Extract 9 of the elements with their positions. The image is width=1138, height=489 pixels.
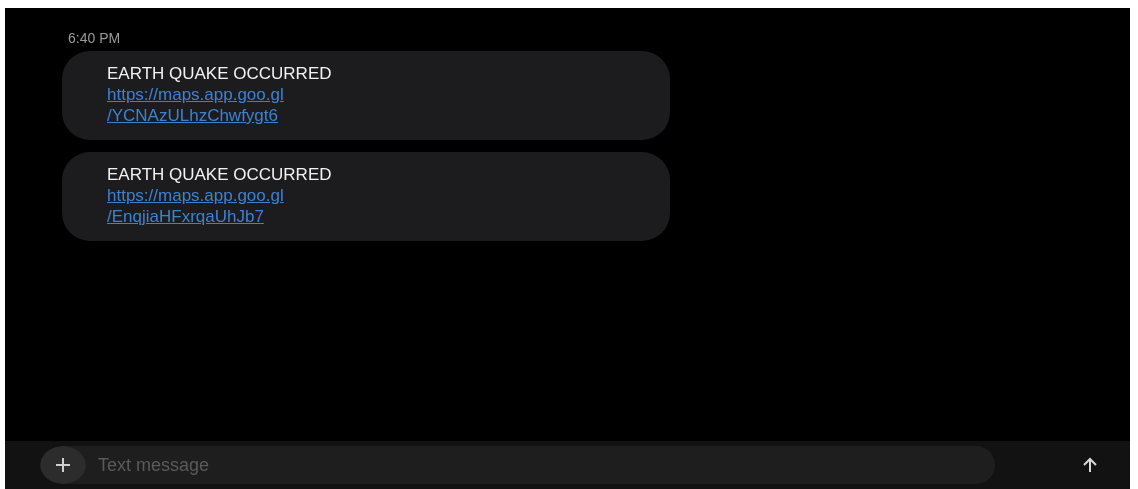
add-button[interactable] [40, 446, 86, 484]
message-timestamp: 6:40 PM [68, 30, 121, 46]
arrow-up-icon [1081, 456, 1099, 474]
message-link[interactable]: https://maps.app.goo.gl /EnqjiaHFxrqaUhJb7 [107, 185, 284, 227]
message-link[interactable]: https://maps.app.goo.gl /YCNAzULhzChwfygt6 [107, 84, 284, 126]
plus-icon [55, 457, 71, 473]
message-text: EARTH QUAKE OCCURRED [107, 63, 333, 84]
message-input-field[interactable]: Text message [86, 446, 995, 484]
message-text: EARTH QUAKE OCCURRED [107, 164, 333, 185]
